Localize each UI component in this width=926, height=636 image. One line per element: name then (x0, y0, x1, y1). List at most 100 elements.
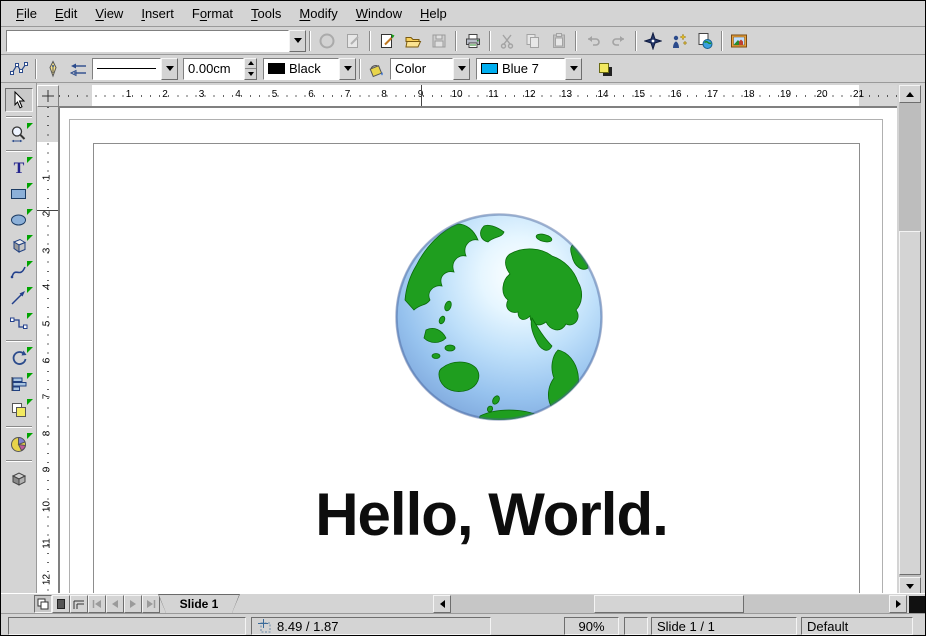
long-click-flag-icon (27, 235, 33, 241)
cursor-position-indicator (421, 85, 422, 107)
alignment-tool-button[interactable] (5, 372, 33, 396)
new-document-button[interactable] (374, 29, 400, 53)
vertical-scroll-thumb[interactable] (899, 231, 921, 575)
slide-view-button[interactable] (34, 595, 52, 613)
ruler-number: 7 (345, 89, 351, 100)
ruler-number: 10 (451, 89, 462, 100)
layer-view-button[interactable] (70, 595, 88, 613)
scroll-left-button[interactable] (433, 595, 451, 613)
rectangle-tool-button[interactable] (5, 182, 33, 206)
menu-item-help[interactable]: Help (411, 2, 456, 25)
line-width-spin-buttons[interactable] (244, 58, 257, 80)
cube-3d-icon (9, 236, 29, 256)
slide-tab[interactable]: Slide 1 (158, 594, 240, 613)
open-button[interactable] (400, 29, 426, 53)
lines-arrows-tool-button[interactable] (5, 286, 33, 310)
status-template-panel[interactable]: Default (801, 617, 913, 635)
chevron-down-icon (458, 66, 466, 71)
fill-style-dropdown-button[interactable] (453, 58, 470, 80)
fill-color-swatch (481, 63, 498, 74)
line-style-dropdown-button[interactable] (161, 58, 178, 80)
separator (35, 59, 37, 79)
ruler-number: 18 (743, 89, 754, 100)
select-icon (9, 90, 29, 110)
select-tool-button[interactable] (5, 88, 33, 112)
slide-tab-bar: Slide 1 (1, 593, 926, 613)
3d-objects-tool-button[interactable] (5, 234, 33, 258)
drawing-canvas[interactable]: Hello, World. (59, 107, 897, 593)
ruler-origin-box[interactable] (37, 85, 59, 107)
status-zoom-panel[interactable]: 90% (564, 617, 619, 635)
menu-item-modify[interactable]: Modify (290, 2, 346, 25)
line-style-select[interactable] (92, 58, 178, 80)
ruler-number: 7 (42, 390, 53, 404)
arrange-tool-button[interactable] (5, 398, 33, 422)
long-click-flag-icon (27, 433, 33, 439)
globe-image[interactable] (392, 210, 606, 424)
effects-tool-button[interactable] (5, 432, 33, 456)
fill-color-dropdown-button[interactable] (565, 58, 582, 80)
ruler-number: 10 (42, 500, 53, 514)
text-tool-button[interactable]: T (5, 156, 33, 180)
line-width-input[interactable]: 0.00cm (183, 58, 244, 80)
separator (6, 460, 32, 462)
line-color-select[interactable]: Black (263, 58, 356, 80)
line-width-spinner[interactable]: 0.00cm (183, 58, 257, 80)
edit-file-button (340, 29, 366, 53)
stop-button (314, 29, 340, 53)
zoom-tool-button[interactable] (5, 122, 33, 146)
arrow-left-icon (440, 600, 445, 608)
gallery-button[interactable] (726, 29, 752, 53)
menu-item-tools[interactable]: Tools (242, 2, 290, 25)
menu-item-format[interactable]: Format (183, 2, 242, 25)
menu-item-file[interactable]: File (7, 2, 46, 25)
scroll-right-button[interactable] (889, 595, 907, 613)
hyperlink-button[interactable] (692, 29, 718, 53)
navigator-button[interactable] (640, 29, 666, 53)
menu-item-edit[interactable]: Edit (46, 2, 86, 25)
shadow-icon (596, 60, 614, 78)
slide-title-text[interactable]: Hello, World. (93, 480, 860, 549)
3d-controller-tool-button[interactable] (5, 466, 33, 490)
url-dropdown-button[interactable] (289, 30, 306, 52)
autopilot-button[interactable] (666, 29, 692, 53)
url-combobox[interactable] (6, 30, 306, 52)
scroll-up-button[interactable] (899, 85, 921, 103)
rotate-tool-button[interactable] (5, 346, 33, 370)
shadow-button[interactable] (592, 57, 618, 81)
status-position-panel[interactable]: 8.49 / 1.87 (251, 617, 491, 635)
connector-tool-button[interactable] (5, 312, 33, 336)
long-click-flag-icon (27, 373, 33, 379)
ruler-number: 21 (853, 89, 864, 100)
copy-button (520, 29, 546, 53)
vertical-scrollbar[interactable] (899, 85, 921, 595)
fill-style-select[interactable]: Color (390, 58, 470, 80)
chevron-down-icon (344, 66, 352, 71)
arrow-style-button[interactable] (66, 57, 92, 81)
menu-item-view[interactable]: View (86, 2, 132, 25)
horizontal-scroll-thumb[interactable] (594, 595, 744, 613)
ruler-number: 3 (199, 89, 205, 100)
fill-color-select[interactable]: Blue 7 (476, 58, 582, 80)
status-modified-panel (624, 617, 648, 635)
horizontal-scrollbar[interactable] (433, 595, 907, 613)
area-style-button[interactable] (364, 57, 390, 81)
vertical-ruler: 123456789101112 (37, 107, 59, 593)
line-color-dropdown-button[interactable] (339, 58, 356, 80)
edit-points-button[interactable] (6, 57, 32, 81)
ellipse-tool-button[interactable] (5, 208, 33, 232)
ruler-number: 3 (42, 243, 53, 257)
menu-item-insert[interactable]: Insert (132, 2, 183, 25)
url-input[interactable] (6, 30, 289, 52)
master-view-button[interactable] (52, 595, 70, 613)
print-button[interactable] (460, 29, 486, 53)
menu-item-window[interactable]: Window (347, 2, 411, 25)
ruler-number: 4 (235, 89, 241, 100)
navigator-icon (644, 32, 662, 50)
curve-tool-button[interactable] (5, 260, 33, 284)
ruler-number: 1 (126, 89, 132, 100)
separator (635, 31, 637, 51)
open-icon (404, 32, 422, 50)
line-button[interactable] (40, 57, 66, 81)
function-toolbar (1, 27, 926, 55)
